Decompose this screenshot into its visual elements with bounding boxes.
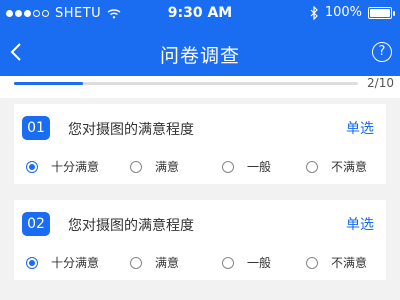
option-label: 不满意 [331,160,368,174]
question-number: 02 [22,212,50,236]
option-label: 不满意 [331,256,368,270]
option-label: 一般 [247,160,272,174]
question-text: 您对摄图的满意程度 [68,122,194,138]
nav-bar: 问卷调查 ? [0,28,400,76]
question-text: 您对摄图的满意程度 [68,218,194,234]
radio-icon[interactable] [222,256,234,269]
question-card: 01 您对摄图的满意程度 单选 十分满意 满意 一般 不满意 [14,104,386,184]
progress-section: 2/10 [0,76,400,98]
option-dissatisfied[interactable]: 不满意 [306,158,367,175]
status-right: 100% [309,5,395,20]
radio-icon[interactable] [306,160,318,173]
radio-icon[interactable] [222,160,234,173]
option-very-satisfied[interactable]: 十分满意 [26,254,99,271]
progress-fill [14,82,83,85]
option-label: 满意 [155,256,180,270]
question-type: 单选 [346,217,374,233]
app-header: SHETU 9:30 AM 100% 问卷调查 ? [0,0,400,76]
progress-track [14,82,358,85]
battery-icon [368,6,395,19]
option-dissatisfied[interactable]: 不满意 [306,254,367,271]
option-neutral[interactable]: 一般 [222,158,271,175]
question-number: 01 [22,116,50,140]
page-title: 问卷调查 [159,45,240,67]
radio-icon[interactable] [306,256,318,269]
radio-icon[interactable] [26,256,38,269]
option-very-satisfied[interactable]: 十分满意 [26,158,99,175]
help-icon[interactable]: ? [372,42,392,62]
question-card: 02 您对摄图的满意程度 单选 十分满意 满意 一般 不满意 [14,200,386,280]
option-satisfied[interactable]: 满意 [130,158,179,175]
radio-icon[interactable] [26,160,38,173]
status-bar: SHETU 9:30 AM 100% [0,0,400,28]
option-satisfied[interactable]: 满意 [130,254,179,271]
option-label: 一般 [247,256,272,270]
question-type: 单选 [346,121,374,137]
option-label: 十分满意 [51,256,100,270]
option-label: 满意 [155,160,180,174]
radio-icon[interactable] [130,256,142,269]
progress-label: 2/10 [367,76,394,90]
radio-icon[interactable] [130,160,142,173]
option-label: 十分满意 [51,160,100,174]
option-neutral[interactable]: 一般 [222,254,271,271]
battery-percent: 100% [324,5,362,20]
bluetooth-icon [310,5,318,20]
